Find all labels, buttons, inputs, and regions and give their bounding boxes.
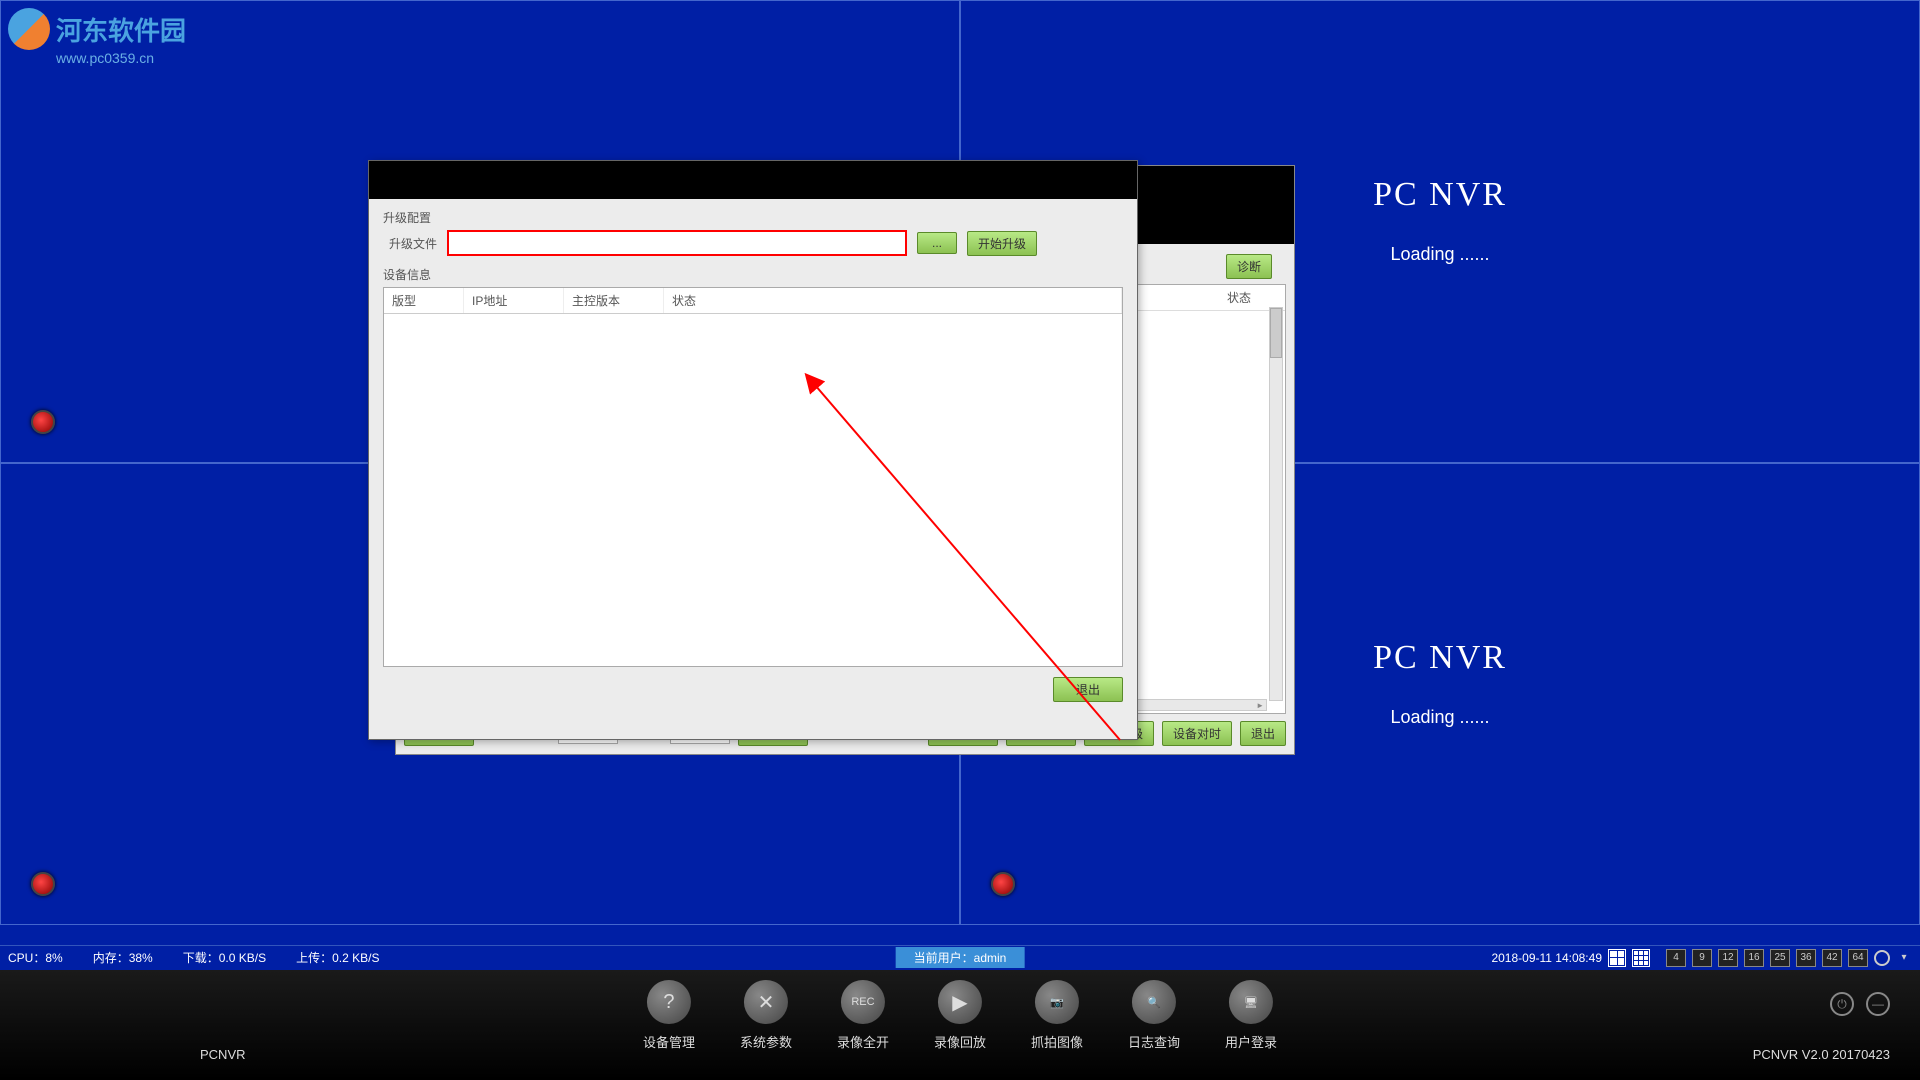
browse-button[interactable]: ...	[917, 232, 957, 254]
user-login-button[interactable]: 🖥 用户登录	[1225, 980, 1277, 1051]
diagnose-button[interactable]: 诊断	[1226, 254, 1272, 279]
watermark-logo-icon	[8, 8, 50, 50]
power-icon[interactable]: ⏻	[1830, 992, 1854, 1016]
record-indicator-icon	[31, 410, 55, 434]
record-indicator-icon	[31, 872, 55, 896]
start-upgrade-button[interactable]: 开始升级	[967, 231, 1037, 256]
record-all-button[interactable]: REC 录像全开	[837, 980, 889, 1051]
device-sync-button[interactable]: 设备对时	[1162, 721, 1232, 746]
memory-usage: 内存：38%	[93, 949, 153, 966]
version-label: PCNVR V2.0 20170423	[1753, 1047, 1890, 1062]
system-params-icon: ✕	[744, 980, 788, 1024]
record-all-icon: REC	[841, 980, 885, 1024]
col-version: 主控版本	[564, 288, 664, 313]
col-status: 状态	[1227, 289, 1277, 306]
layout-12-button[interactable]: 12	[1718, 949, 1738, 967]
layout-9-button[interactable]: 9	[1692, 949, 1712, 967]
playback-label: 录像回放	[934, 1032, 986, 1051]
snapshot-button[interactable]: 📷 抓拍图像	[1031, 980, 1083, 1051]
upgrade-file-label: 升级文件	[383, 235, 437, 252]
cpu-usage: CPU：8%	[8, 949, 63, 966]
minimize-icon[interactable]: —	[1866, 992, 1890, 1016]
upgrade-dialog: 升级配置 升级文件 ... 开始升级 设备信息 版型 IP地址 主控版本 状态 …	[368, 160, 1138, 740]
device-manage-button[interactable]: ? 设备管理	[643, 980, 695, 1051]
exit-button[interactable]: 退出	[1240, 721, 1286, 746]
layout-36-button[interactable]: 36	[1796, 949, 1816, 967]
loading-text: Loading ......	[1373, 707, 1507, 728]
snapshot-icon: 📷	[1035, 980, 1079, 1024]
watermark: 河东软件园 www.pc0359.cn	[8, 8, 186, 66]
collapse-icon[interactable]: ▾	[1896, 950, 1912, 966]
system-params-button[interactable]: ✕ 系统参数	[740, 980, 792, 1051]
datetime: 2018-09-11 14:08:49	[1491, 951, 1602, 965]
loading-block: PC NVR Loading ......	[1373, 176, 1507, 265]
user-login-icon: 🖥	[1229, 980, 1273, 1024]
fullscreen-icon[interactable]	[1874, 950, 1890, 966]
layout-25-button[interactable]: 25	[1770, 949, 1790, 967]
log-query-label: 日志查询	[1128, 1032, 1180, 1051]
record-indicator-icon	[991, 872, 1015, 896]
upgrade-exit-button[interactable]: 退出	[1053, 677, 1123, 702]
main-toolbar: PCNVR ? 设备管理 ✕ 系统参数 REC 录像全开 ▶ 录像回放 📷 抓拍图像 🔍 日志查询 🖥 用…	[0, 970, 1920, 1080]
app-name: PCNVR	[200, 1047, 246, 1062]
playback-icon: ▶	[938, 980, 982, 1024]
upgrade-file-input[interactable]	[447, 230, 907, 256]
layout-2x2-icon[interactable]	[1608, 949, 1626, 967]
col-ip: IP地址	[464, 288, 564, 313]
playback-button[interactable]: ▶ 录像回放	[934, 980, 986, 1051]
upgrade-dialog-titlebar[interactable]	[369, 161, 1137, 199]
col-status: 状态	[664, 288, 1122, 313]
watermark-title: 河东软件园	[56, 11, 186, 48]
device-manage-icon: ?	[647, 980, 691, 1024]
upgrade-config-label: 升级配置	[383, 209, 1123, 226]
download-speed: 下载：0.0 KB/S	[183, 949, 266, 966]
scrollbar-vertical[interactable]	[1269, 307, 1283, 701]
loading-text: Loading ......	[1373, 244, 1507, 265]
layout-42-button[interactable]: 42	[1822, 949, 1842, 967]
pc-nvr-title: PC NVR	[1373, 176, 1507, 214]
record-all-label: 录像全开	[837, 1032, 889, 1051]
col-type: 版型	[384, 288, 464, 313]
layout-3x3-icon[interactable]	[1632, 949, 1650, 967]
upload-speed: 上传：0.2 KB/S	[296, 949, 379, 966]
layout-64-button[interactable]: 64	[1848, 949, 1868, 967]
user-login-label: 用户登录	[1225, 1032, 1277, 1051]
device-info-table: 版型 IP地址 主控版本 状态	[383, 287, 1123, 667]
system-params-label: 系统参数	[740, 1032, 792, 1051]
snapshot-label: 抓拍图像	[1031, 1032, 1083, 1051]
device-info-label: 设备信息	[383, 266, 1123, 283]
log-query-icon: 🔍	[1132, 980, 1176, 1024]
layout-16-button[interactable]: 16	[1744, 949, 1764, 967]
pc-nvr-title: PC NVR	[1373, 639, 1507, 677]
log-query-button[interactable]: 🔍 日志查询	[1128, 980, 1180, 1051]
watermark-url: www.pc0359.cn	[56, 50, 186, 66]
current-user: 当前用户：admin	[896, 947, 1025, 968]
layout-4-button[interactable]: 4	[1666, 949, 1686, 967]
loading-block: PC NVR Loading ......	[1373, 639, 1507, 728]
info-bar: CPU：8% 内存：38% 下载：0.0 KB/S 上传：0.2 KB/S 当前…	[0, 945, 1920, 969]
device-manage-label: 设备管理	[643, 1032, 695, 1051]
